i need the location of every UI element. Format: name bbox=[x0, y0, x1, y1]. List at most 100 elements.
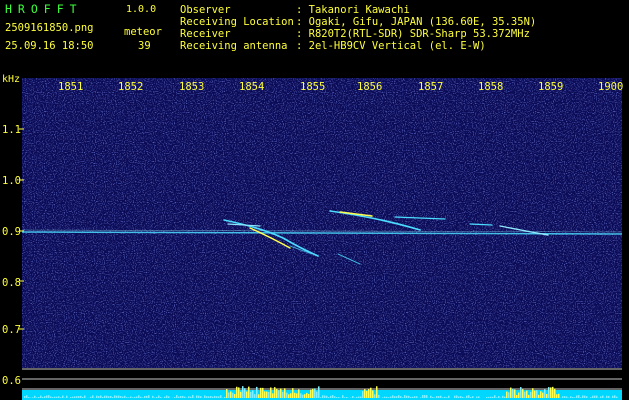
level-peak bbox=[280, 388, 282, 398]
level-peak bbox=[252, 390, 254, 398]
level-peak bbox=[596, 395, 598, 398]
level-peak bbox=[488, 396, 490, 398]
level-peak bbox=[564, 396, 566, 398]
level-peak bbox=[528, 394, 530, 398]
level-peak bbox=[300, 393, 302, 398]
level-peak bbox=[72, 396, 74, 398]
level-peak bbox=[520, 387, 522, 398]
level-peak bbox=[160, 396, 162, 398]
level-peak bbox=[80, 395, 82, 398]
level-peak bbox=[562, 396, 564, 398]
level-peak bbox=[518, 392, 520, 398]
level-peak bbox=[376, 386, 378, 398]
level-peak bbox=[248, 386, 250, 398]
level-peak bbox=[364, 389, 366, 398]
level-peak bbox=[130, 396, 132, 398]
level-peak bbox=[444, 396, 446, 398]
level-peak bbox=[154, 397, 156, 398]
observer-value: : Takanori Kawachi bbox=[296, 4, 410, 16]
level-peak bbox=[352, 396, 354, 398]
time-tick: 1858 bbox=[478, 81, 503, 93]
level-peak bbox=[230, 391, 232, 398]
level-peak bbox=[70, 397, 72, 398]
level-peak bbox=[548, 387, 550, 398]
level-peak bbox=[46, 395, 48, 398]
level-peak bbox=[600, 396, 602, 398]
level-peak bbox=[574, 397, 576, 398]
level-peak bbox=[54, 396, 56, 398]
level-peak bbox=[56, 396, 58, 398]
level-peak bbox=[112, 397, 114, 398]
level-peak bbox=[60, 397, 62, 398]
level-peak bbox=[270, 387, 272, 398]
antenna-value: : 2el-HB9CV Vertical (el. E-W) bbox=[296, 40, 486, 52]
level-peak bbox=[264, 391, 266, 398]
level-peak bbox=[212, 396, 214, 398]
level-peak bbox=[324, 395, 326, 398]
level-peak bbox=[66, 395, 68, 398]
time-tick: 1854 bbox=[239, 81, 264, 93]
app-version: 1.0.0 bbox=[126, 4, 157, 15]
level-peak bbox=[456, 395, 458, 398]
level-peak bbox=[166, 395, 168, 398]
freq-tick: 0.9 bbox=[2, 226, 21, 238]
level-peak bbox=[92, 395, 94, 398]
app-title: HROFFT bbox=[5, 2, 83, 16]
level-peak bbox=[454, 395, 456, 398]
level-peak bbox=[28, 397, 30, 398]
level-peak bbox=[140, 396, 142, 398]
level-peak bbox=[214, 395, 216, 398]
time-tick: 1851 bbox=[58, 81, 83, 93]
level-peak bbox=[148, 395, 150, 398]
level-peak bbox=[332, 395, 334, 398]
level-peak bbox=[48, 395, 50, 398]
level-peak bbox=[118, 395, 120, 398]
level-peak bbox=[128, 397, 130, 398]
level-peak bbox=[512, 388, 514, 398]
antenna-label: Receiving antenna bbox=[180, 40, 288, 52]
level-peak bbox=[236, 386, 238, 398]
level-peak bbox=[578, 395, 580, 398]
level-peak bbox=[334, 396, 336, 398]
level-peak bbox=[392, 395, 394, 398]
level-peak bbox=[546, 393, 548, 398]
level-peak bbox=[302, 394, 304, 398]
level-peak bbox=[396, 396, 398, 398]
level-peak bbox=[584, 395, 586, 398]
level-peak bbox=[408, 395, 410, 398]
level-peak bbox=[368, 389, 370, 398]
level-peak bbox=[336, 397, 338, 398]
level-peak bbox=[466, 395, 468, 398]
level-peak bbox=[192, 395, 194, 398]
level-peak bbox=[374, 394, 376, 398]
level-peak bbox=[142, 397, 144, 398]
level-peak bbox=[174, 397, 176, 398]
level-peak bbox=[594, 395, 596, 398]
noise-texture bbox=[22, 78, 622, 368]
level-peak bbox=[400, 396, 402, 398]
level-peak bbox=[402, 397, 404, 398]
level-peak bbox=[106, 395, 108, 398]
level-peak bbox=[438, 396, 440, 398]
level-peak bbox=[286, 392, 288, 398]
capture-filename: 2509161850.png bbox=[5, 22, 94, 34]
level-peak bbox=[218, 396, 220, 398]
level-peak bbox=[210, 396, 212, 398]
level-peak bbox=[274, 387, 276, 398]
level-peak bbox=[296, 393, 298, 398]
freq-tick: 1.0 bbox=[2, 175, 21, 187]
level-peak bbox=[608, 395, 610, 398]
level-peak bbox=[304, 394, 306, 398]
level-peak bbox=[322, 395, 324, 398]
level-peak bbox=[326, 395, 328, 398]
level-peak bbox=[366, 390, 368, 398]
level-peak bbox=[200, 396, 202, 398]
level-peak bbox=[346, 397, 348, 398]
level-peak bbox=[538, 394, 540, 398]
level-peak bbox=[320, 397, 322, 398]
level-peak bbox=[246, 391, 248, 398]
level-peak bbox=[40, 395, 42, 398]
level-peak bbox=[38, 397, 40, 398]
level-peak bbox=[502, 395, 504, 398]
level-peak bbox=[378, 394, 380, 398]
